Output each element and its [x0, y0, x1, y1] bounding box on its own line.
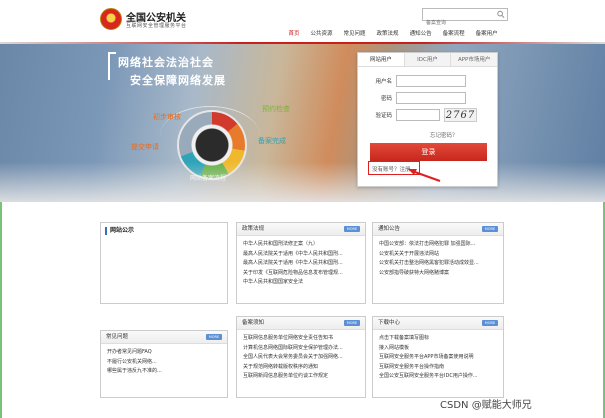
list-item[interactable]: 最高人民法院关于适用《中华人民共和国刑...: [243, 259, 359, 269]
notice-list: 中国公安部：依法打击网络犯罪 加强国际... 公安机关关于开展违法网站 公安机关…: [373, 236, 503, 278]
downloads-more-button[interactable]: MORE: [482, 320, 498, 326]
password-input[interactable]: [396, 92, 466, 104]
username-input[interactable]: [396, 75, 466, 87]
username-row: 用户名: [368, 75, 466, 87]
list-item[interactable]: 互联网新闻信息服务单位约谈工作规定: [243, 372, 359, 382]
list-item[interactable]: 计算机信息网络国际联网安全保护管理办法...: [243, 344, 359, 354]
captcha-image[interactable]: 2767: [444, 108, 477, 122]
faq-panel: 常见问题 MORE 开办者常见问题FAQ 不履行公安机关网络... 哪些属于违反…: [100, 330, 228, 398]
main-nav: 首页 公共资源 常见问题 政策法规 通知公告 备案流程 备案用户: [283, 28, 503, 40]
list-item[interactable]: 公安机关打击整治网络黑客犯罪活动成效显...: [379, 259, 497, 269]
filing-more-button[interactable]: MORE: [344, 320, 360, 326]
list-item[interactable]: 全国公安互联网安全服务平台IDC用户操作...: [379, 372, 497, 382]
site-subtitle: 互联网安全管理服务平台: [126, 23, 187, 29]
username-label: 用户名: [375, 79, 392, 85]
list-item[interactable]: 点击下载备案填写图标: [379, 334, 497, 344]
step-complete: 备案完成: [258, 137, 286, 145]
notice-title: 通知公告: [378, 226, 401, 232]
nav-filing-users[interactable]: 备案用户: [470, 28, 503, 40]
policy-more-button[interactable]: MORE: [344, 226, 360, 232]
policy-header: 政策法规 MORE: [237, 223, 365, 236]
police-emblem-icon: [100, 8, 122, 30]
downloads-header: 下载中心 MORE: [373, 317, 503, 330]
nav-faq[interactable]: 常见问题: [338, 28, 371, 40]
downloads-title: 下载中心: [378, 320, 401, 326]
website-notice-title: 网站公示: [105, 227, 134, 235]
step-initial-review: 初步审核: [153, 113, 181, 121]
nav-home[interactable]: 首页: [283, 28, 305, 40]
list-item[interactable]: 最高人民法院关于适用《中华人民共和国刑...: [243, 250, 359, 260]
list-item[interactable]: 中华人民共和国国家安全法: [243, 278, 359, 288]
site-header: 全国公安机关 互联网安全管理服务平台 首页 公共资源 常见问题 政策法规 通知公…: [0, 0, 605, 42]
list-item[interactable]: 公安机关关于开展违法网站: [379, 250, 497, 260]
list-item[interactable]: 全国人民代表大会常务委员会关于加强网络...: [243, 353, 359, 363]
captcha-row: 验证码 2767: [368, 108, 477, 122]
notice-header: 通知公告 MORE: [373, 223, 503, 236]
password-row: 密码: [368, 92, 466, 104]
filing-panel: 备案须知 MORE 互联网信息服务单位网络安全责任告知书 计算机信息网络国际联网…: [236, 316, 366, 398]
filing-list: 互联网信息服务单位网络安全责任告知书 计算机信息网络国际联网安全保护管理办法..…: [237, 330, 365, 382]
captcha-label: 验证码: [375, 113, 392, 119]
tab-website-user[interactable]: 网站用户: [358, 53, 405, 66]
notice-more-button[interactable]: MORE: [482, 226, 498, 232]
list-item[interactable]: 关于规范网络转载版权秩序的通知: [243, 363, 359, 373]
bracket-decoration: [108, 52, 116, 80]
search-box: [422, 8, 508, 29]
csdn-watermark: CSDN @赋能大师兄: [440, 400, 532, 411]
red-arrow-icon: [408, 169, 441, 182]
list-item[interactable]: 关于印发《互联网危险物品信息发布管理规...: [243, 269, 359, 279]
list-item[interactable]: 接入网站模板: [379, 344, 497, 354]
step-appointment: 预约检查: [262, 105, 290, 113]
faq-header: 常见问题 MORE: [101, 331, 227, 344]
policy-title: 政策法规: [242, 226, 265, 232]
nav-filing-process[interactable]: 备案流程: [437, 28, 470, 40]
downloads-list: 点击下载备案填写图标 接入网站模板 互联网安全服务平台APP市场备案使用说明 互…: [373, 330, 503, 382]
password-label: 密码: [380, 96, 392, 102]
nav-notices[interactable]: 通知公告: [404, 28, 437, 40]
flow-title: 网站备案流程: [190, 175, 227, 182]
filing-header: 备案须知 MORE: [237, 317, 365, 330]
notice-panel: 通知公告 MORE 中国公安部：依法打击网络犯罪 加强国际... 公安机关关于开…: [372, 222, 504, 304]
slogan-line-1: 网络社会法治社会: [118, 56, 214, 69]
policy-panel: 政策法规 MORE 中华人民共和国刑法修正案（九） 最高人民法院关于适用《中华人…: [236, 222, 366, 304]
list-item[interactable]: 互联网安全服务平台操作指南: [379, 363, 497, 373]
nav-public-resources[interactable]: 公共资源: [305, 28, 338, 40]
captcha-input[interactable]: [396, 109, 440, 121]
forgot-password-link[interactable]: 忘记密码？: [430, 131, 458, 139]
policy-list: 中华人民共和国刑法修正案（九） 最高人民法院关于适用《中华人民共和国刑... 最…: [237, 236, 365, 288]
faq-list: 开办者常见问题FAQ 不履行公安机关网络... 哪些属于违反九不准的...: [101, 344, 227, 377]
flow-dial-icon: [177, 110, 247, 180]
step-submit: 提交申请: [131, 143, 159, 151]
search-icon[interactable]: [496, 10, 506, 19]
list-item[interactable]: 中华人民共和国刑法修正案（九）: [243, 240, 359, 250]
login-button[interactable]: 登录: [370, 143, 487, 161]
website-notice-panel: 网站公示: [100, 222, 228, 304]
tab-app-market-user[interactable]: APP市场用户: [451, 53, 498, 66]
nav-policy[interactable]: 政策法规: [371, 28, 404, 40]
login-tabs: 网站用户 IDC用户 APP市场用户: [358, 53, 498, 67]
list-item[interactable]: 公安部指导破获特大网络赌博案: [379, 269, 497, 279]
list-item[interactable]: 开办者常见问题FAQ: [107, 348, 221, 358]
list-item[interactable]: 哪些属于违反九不准的...: [107, 367, 221, 377]
slogan-line-2: 安全保障网络发展: [130, 74, 226, 87]
list-item[interactable]: 互联网安全服务平台APP市场备案使用说明: [379, 353, 497, 363]
list-item[interactable]: 不履行公安机关网络...: [107, 358, 221, 368]
search-input[interactable]: [423, 17, 495, 29]
hero-banner: 网络社会法治社会 安全保障网络发展 初步审核 提交申请 预约检查 备案完成 网站…: [0, 44, 605, 202]
list-item[interactable]: 中国公安部：依法打击网络犯罪 加强国际...: [379, 240, 497, 250]
tab-idc-user[interactable]: IDC用户: [404, 53, 452, 66]
faq-more-button[interactable]: MORE: [206, 334, 222, 340]
filing-title: 备案须知: [242, 320, 265, 326]
list-item[interactable]: 互联网信息服务单位网络安全责任告知书: [243, 334, 359, 344]
downloads-panel: 下载中心 MORE 点击下载备案填写图标 接入网站模板 互联网安全服务平台APP…: [372, 316, 504, 398]
faq-title: 常见问题: [106, 334, 129, 340]
